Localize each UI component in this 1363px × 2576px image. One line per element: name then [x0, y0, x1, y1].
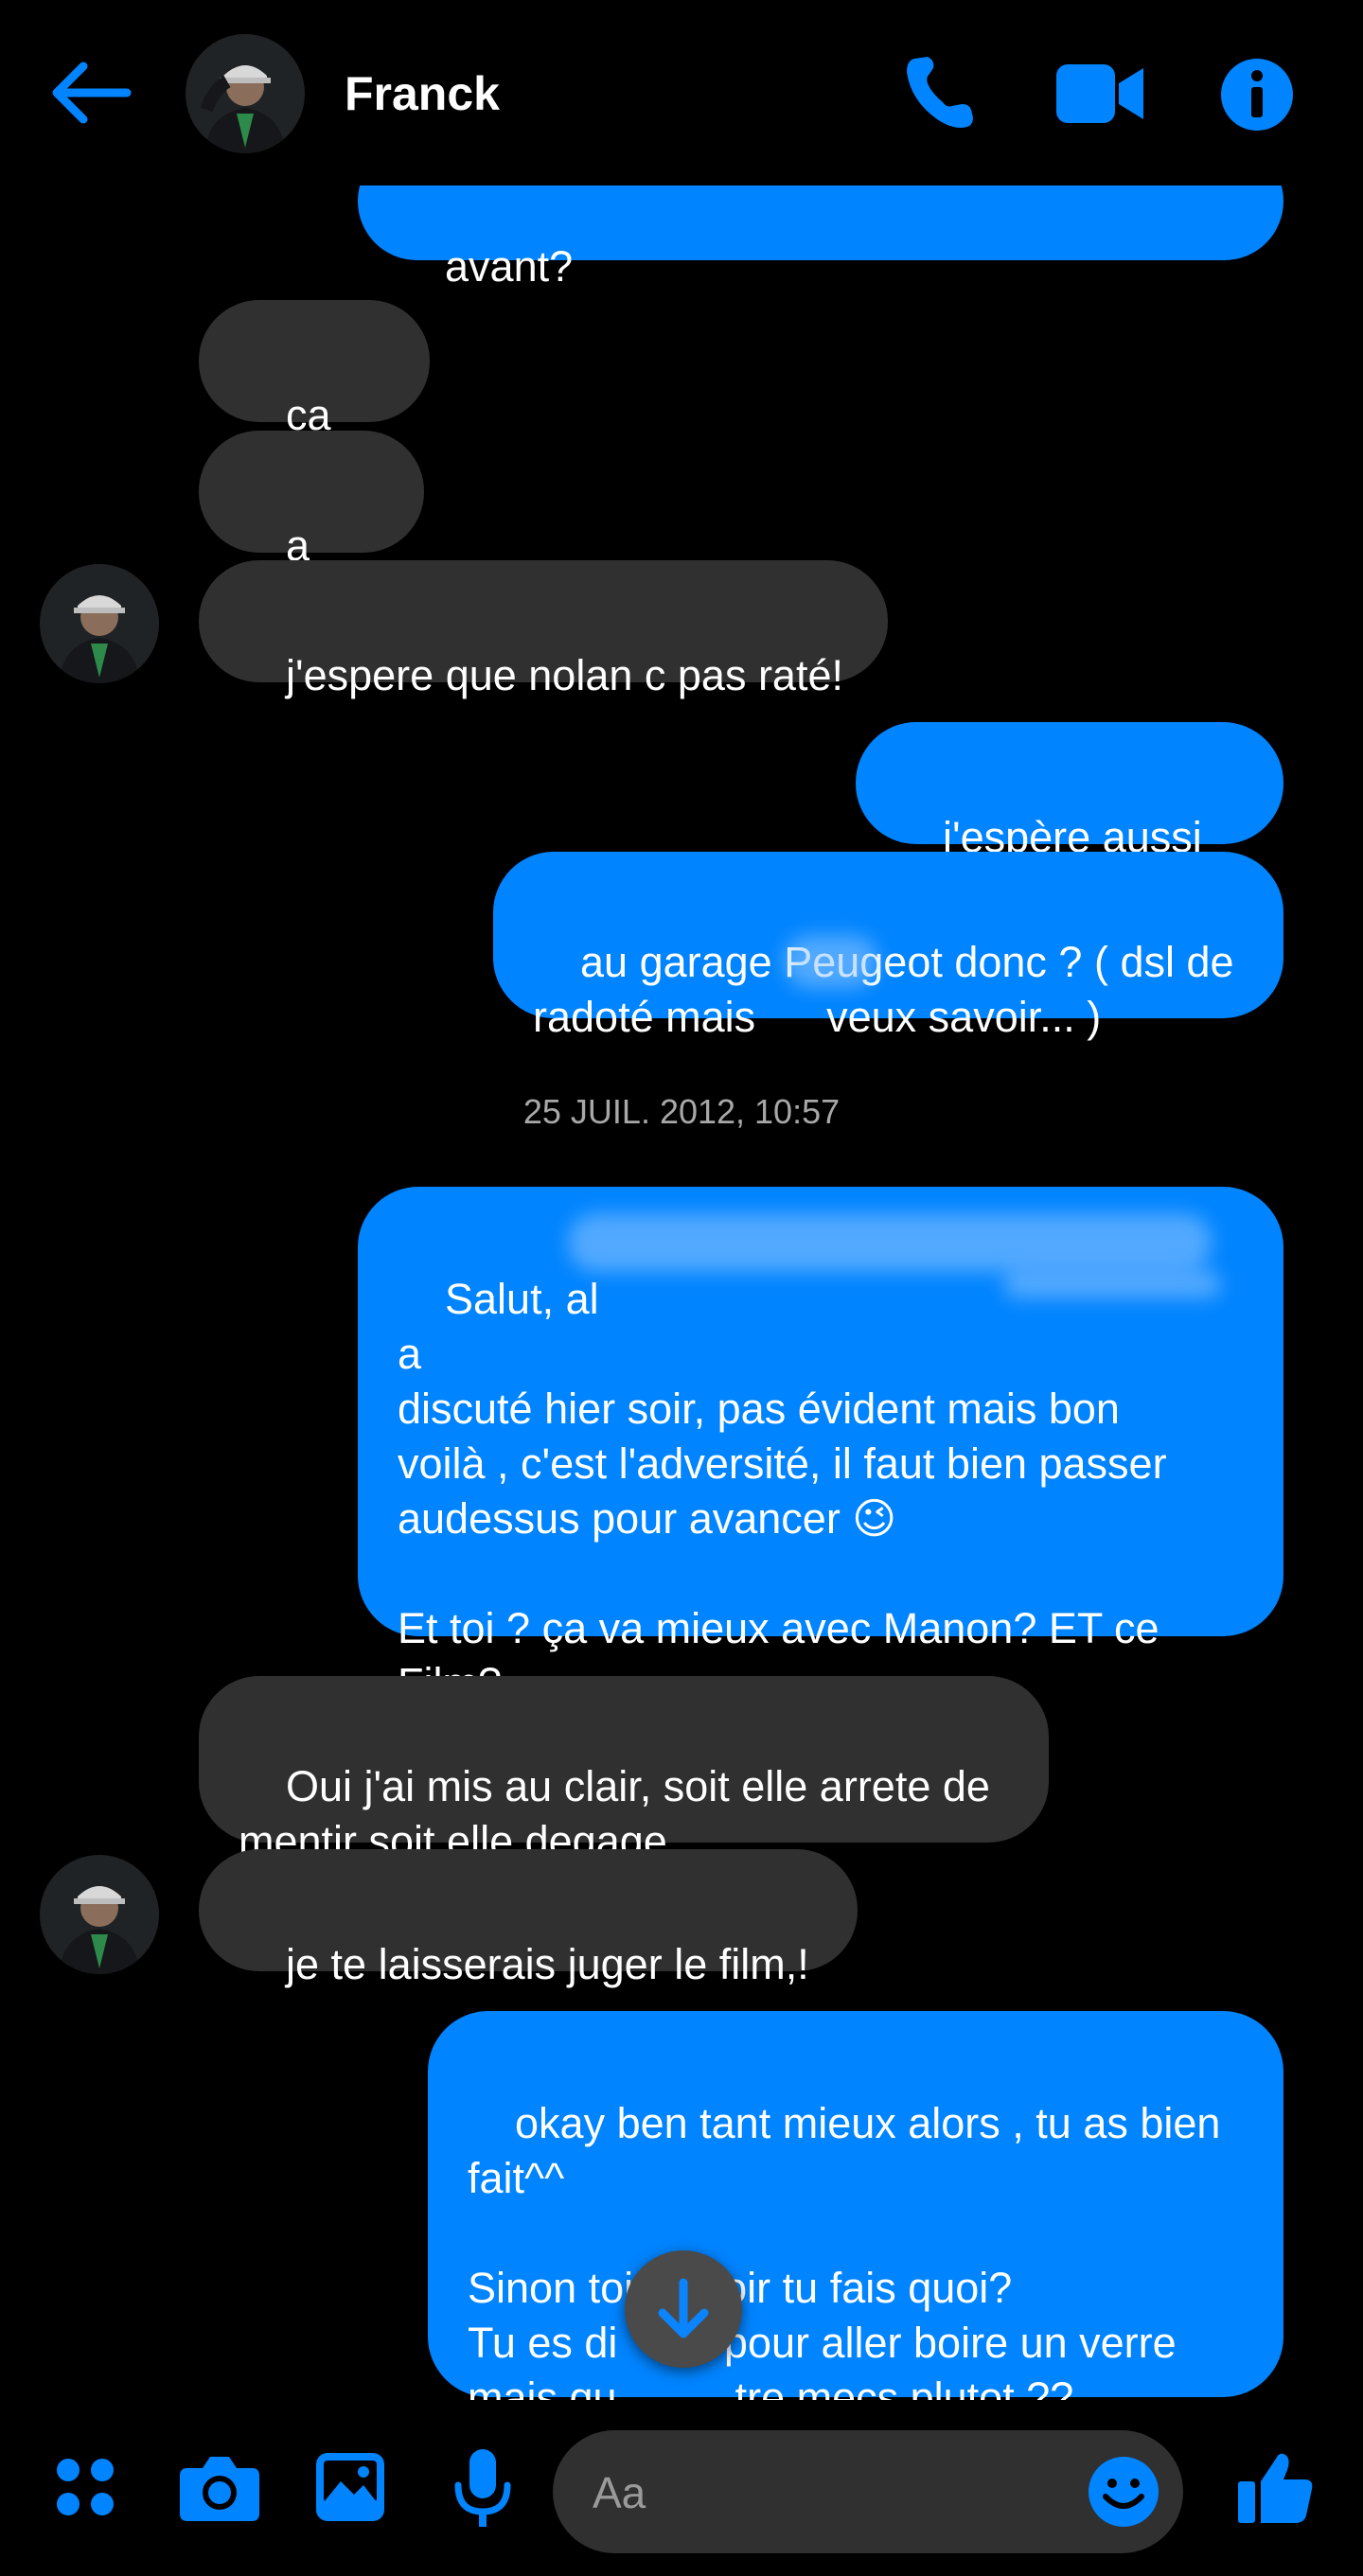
message-text: au garage Peugeot donc ? ( dsl de radoté…	[533, 938, 1234, 1041]
message-bubble-received[interactable]: je te laisserais juger le film,!	[199, 1849, 858, 1988]
info-icon[interactable]	[1219, 57, 1295, 132]
message-composer	[0, 2400, 1363, 2576]
contact-avatar[interactable]	[40, 564, 159, 683]
message-bubble-sent[interactable]: j'espère aussi 😉	[856, 722, 1283, 916]
arrow-down-icon	[658, 2278, 709, 2338]
video-camera-icon[interactable]	[1056, 64, 1143, 123]
camera-icon[interactable]	[180, 2453, 259, 2521]
message-input[interactable]	[553, 2430, 1183, 2555]
redaction-blur	[784, 935, 878, 988]
conversation-timestamp: 25 JUIL. 2012, 10:57	[522, 1092, 841, 1131]
message-text: avant?	[445, 242, 574, 291]
message-text: Salut, al a discuté hier soir, pas évide…	[398, 1275, 1167, 1707]
message-bubble-received[interactable]: j'espere que nolan c pas raté!	[199, 560, 888, 699]
scroll-to-bottom-button[interactable]	[625, 2250, 742, 2368]
thumbs-up-icon[interactable]	[1238, 2449, 1314, 2525]
microphone-icon[interactable]	[454, 2449, 511, 2529]
contact-name[interactable]: Franck	[345, 66, 500, 121]
redaction-blur	[568, 1213, 1212, 1272]
message-text-field[interactable]	[591, 2430, 1011, 2555]
back-arrow-icon[interactable]	[47, 55, 133, 131]
message-bubble-sent[interactable]: au garage Peugeot donc ? ( dsl de radoté…	[493, 852, 1283, 1041]
message-text: je te laisserais juger le film,!	[286, 1940, 809, 1988]
gallery-icon[interactable]	[316, 2453, 384, 2521]
message-bubble-sent[interactable]: okay ben tant mieux alors , tu as bien f…	[428, 2011, 1283, 2422]
conversation-header: Franck	[0, 0, 1363, 185]
message-text: j'espere que nolan c pas raté!	[286, 651, 843, 699]
contact-avatar[interactable]	[40, 1855, 159, 1974]
redaction-blur	[1003, 1270, 1221, 1298]
message-text: okay ben tant mieux alors , tu as bien f…	[468, 2099, 1221, 2422]
emoji-icon[interactable]	[1087, 2455, 1160, 2529]
apps-grid-icon[interactable]	[55, 2457, 115, 2517]
message-bubble-received[interactable]: Oui j'ai mis au clair, soit elle arrete …	[199, 1676, 1049, 1865]
message-bubble-received[interactable]: a toute	[199, 431, 424, 625]
message-bubble-received[interactable]: ca joue	[199, 300, 430, 494]
contact-avatar[interactable]	[186, 34, 305, 153]
phone-icon[interactable]	[901, 53, 977, 132]
